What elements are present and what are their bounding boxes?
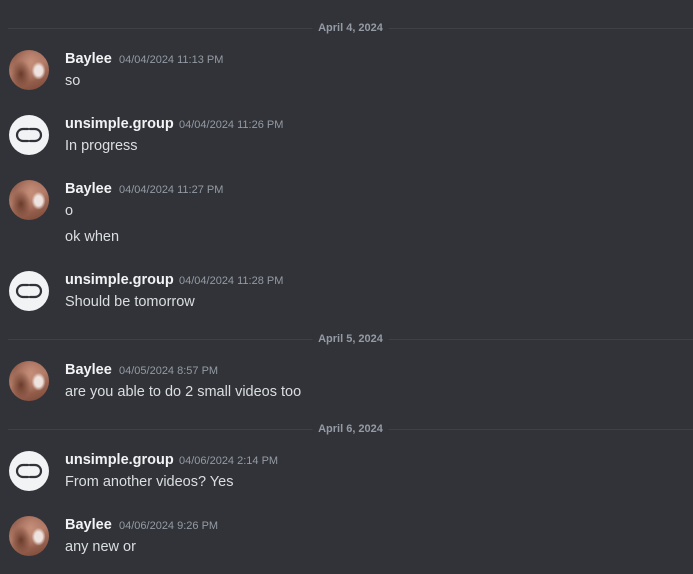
unsimple-logo-avatar[interactable] bbox=[9, 115, 49, 155]
date-divider: April 6, 2024 bbox=[8, 422, 693, 436]
message-author[interactable]: unsimple.group bbox=[65, 271, 174, 289]
message-timestamp: 04/06/2024 9:26 PM bbox=[119, 520, 219, 532]
message-timestamp: 04/04/2024 11:28 PM bbox=[179, 275, 284, 287]
message-author[interactable]: Baylee bbox=[65, 180, 112, 198]
message-text: ok when bbox=[65, 229, 120, 245]
date-divider-label: April 6, 2024 bbox=[312, 422, 389, 436]
message-author[interactable]: Baylee bbox=[65, 50, 112, 68]
message-text: so bbox=[65, 73, 81, 89]
message-text: are you able to do 2 small videos too bbox=[65, 384, 302, 400]
user-photo-avatar[interactable] bbox=[9, 50, 49, 90]
message-text: o bbox=[65, 203, 74, 219]
message-text: From another videos? Yes bbox=[65, 474, 234, 490]
date-divider-label: April 4, 2024 bbox=[312, 21, 389, 35]
message-timestamp: 04/06/2024 2:14 PM bbox=[179, 455, 279, 467]
message-text: any new or bbox=[65, 539, 136, 555]
unsimple-logo-icon bbox=[15, 463, 43, 479]
unsimple-logo-avatar[interactable] bbox=[9, 451, 49, 491]
unsimple-logo-icon bbox=[15, 283, 43, 299]
message-timestamp: 04/04/2024 11:27 PM bbox=[119, 184, 224, 196]
message-text: In progress bbox=[65, 138, 138, 154]
message-author[interactable]: unsimple.group bbox=[65, 451, 174, 469]
date-divider: April 4, 2024 bbox=[8, 21, 693, 35]
unsimple-logo-avatar[interactable] bbox=[9, 271, 49, 311]
user-photo-avatar[interactable] bbox=[9, 516, 49, 556]
message-timestamp: 04/05/2024 8:57 PM bbox=[119, 365, 219, 377]
date-divider: April 5, 2024 bbox=[8, 332, 693, 346]
message-author[interactable]: unsimple.group bbox=[65, 115, 174, 133]
message-author[interactable]: Baylee bbox=[65, 516, 112, 534]
message-author[interactable]: Baylee bbox=[65, 361, 112, 379]
user-photo-avatar[interactable] bbox=[9, 361, 49, 401]
user-photo-avatar[interactable] bbox=[9, 180, 49, 220]
message-timestamp: 04/04/2024 11:13 PM bbox=[119, 54, 224, 66]
chat-message-list: April 4, 2024 Baylee 04/04/2024 11:13 PM… bbox=[0, 0, 693, 574]
date-divider-label: April 5, 2024 bbox=[312, 332, 389, 346]
message-timestamp: 04/04/2024 11:26 PM bbox=[179, 119, 284, 131]
unsimple-logo-icon bbox=[15, 127, 43, 143]
message-text: Should be tomorrow bbox=[65, 294, 195, 310]
